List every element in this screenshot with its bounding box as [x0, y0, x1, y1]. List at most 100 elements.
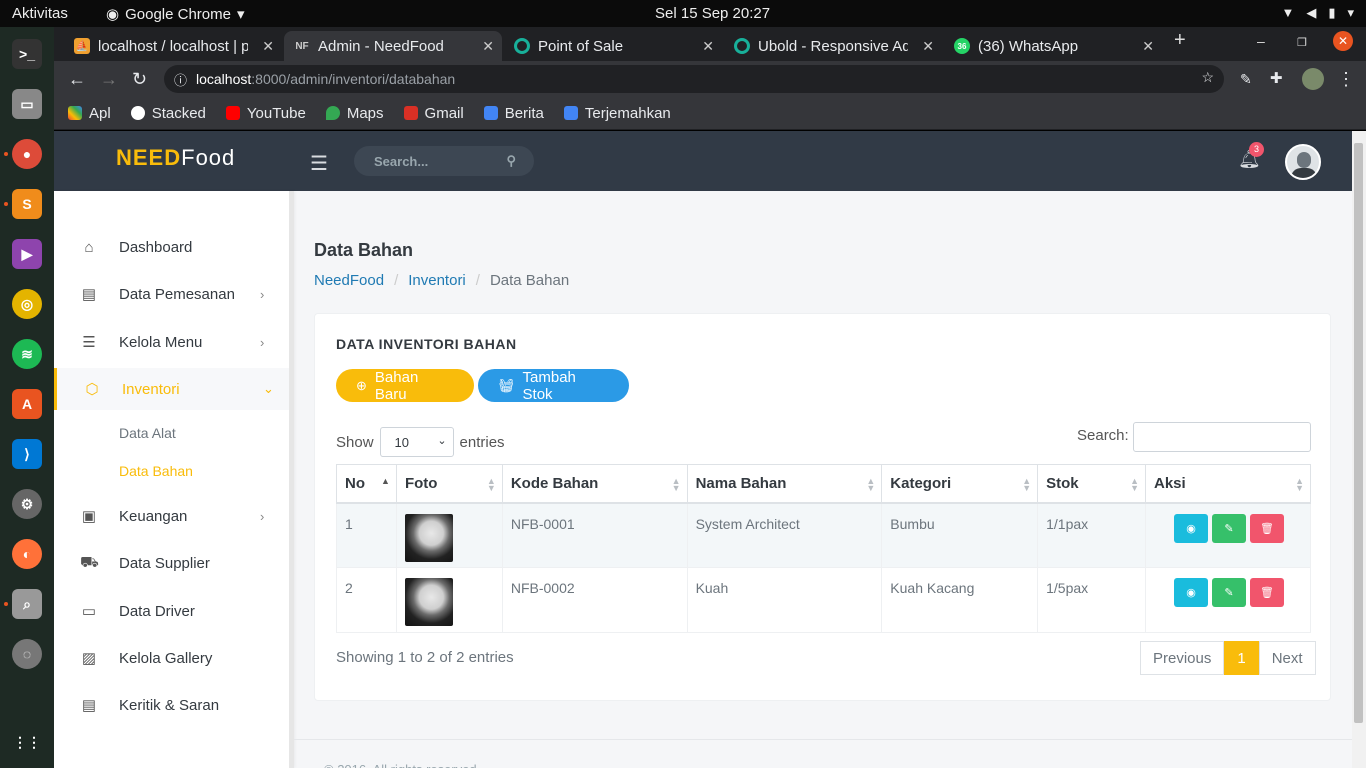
star-icon[interactable]: ☆: [1201, 69, 1214, 86]
extension-icon[interactable]: ✎: [1240, 71, 1252, 88]
avatar[interactable]: [1285, 144, 1321, 180]
phpmyadmin-icon: ⛵: [74, 38, 90, 54]
bookmark-berita[interactable]: Berita: [483, 105, 544, 122]
spotify-icon[interactable]: ≋: [12, 339, 42, 369]
app-grid-icon[interactable]: ⋮⋮: [12, 727, 42, 757]
page-1-button[interactable]: 1: [1224, 641, 1259, 675]
maximize-button[interactable]: ❐: [1297, 36, 1307, 49]
video-icon[interactable]: ▶: [12, 239, 42, 269]
sidebar-item-keuangan[interactable]: ▣ Keuangan ›: [54, 495, 289, 537]
close-icon[interactable]: ✕: [702, 38, 714, 55]
bookmark-apl[interactable]: Apl: [68, 105, 111, 122]
column-header-nama[interactable]: Nama Bahan ▲ ▼: [686, 464, 883, 504]
dock: >_ ▭ ● S ▶ ◎ ≋ A ⟩ ⚙ ◐ ⌕ ◌ ⋮⋮: [0, 27, 54, 768]
previous-button[interactable]: Previous: [1140, 641, 1225, 675]
menu-icon[interactable]: ⋮: [1337, 69, 1355, 90]
bahan-baru-button[interactable]: ⊕ Bahan Baru: [336, 369, 474, 403]
column-header-kode[interactable]: Kode Bahan ▲ ▼: [501, 464, 688, 504]
activities-button[interactable]: Aktivitas: [12, 5, 68, 22]
app-menu[interactable]: ◉ Google Chrome ▾: [106, 5, 245, 24]
rhythmbox-icon[interactable]: ◎: [12, 289, 42, 319]
sidebar-item-dashboard[interactable]: ⌂ Dashboard: [54, 226, 289, 268]
tab-needfood[interactable]: NF Admin - NeedFood ✕: [284, 31, 502, 61]
column-header-no[interactable]: No ▲: [336, 464, 397, 504]
breadcrumb-inventori[interactable]: Inventori: [408, 272, 466, 289]
close-icon[interactable]: ✕: [922, 38, 934, 55]
new-tab-button[interactable]: +: [1174, 29, 1186, 52]
breadcrumb-needfood[interactable]: NeedFood: [314, 272, 384, 289]
os-top-bar: Aktivitas ◉ Google Chrome ▾ Sel 15 Sep 20:…: [0, 0, 1366, 27]
bookmark-gmail[interactable]: Gmail: [403, 105, 464, 122]
chrome-dock-icon[interactable]: ●: [12, 139, 42, 169]
edit-icon: ✎: [1224, 587, 1234, 599]
reload-icon[interactable]: ↻: [132, 69, 147, 90]
table-search-input[interactable]: [1133, 422, 1311, 452]
forward-icon[interactable]: →: [100, 69, 118, 90]
software-icon[interactable]: A: [12, 389, 42, 419]
back-icon[interactable]: ←: [68, 69, 86, 90]
delete-button[interactable]: 🗑︎: [1250, 578, 1284, 607]
chevron-down-icon: ⌄: [437, 435, 447, 447]
clock[interactable]: Sel 15 Sep 20:27: [655, 5, 770, 22]
topbar: NEEDFood ☰ Search... ⚲ 🔔︎ 3: [54, 131, 1352, 191]
close-icon[interactable]: ✕: [482, 38, 494, 55]
sidebar-item-data-driver[interactable]: ▭ Data Driver: [54, 590, 289, 632]
disk-icon[interactable]: ◌: [12, 639, 42, 669]
search-input[interactable]: Search... ⚲: [354, 146, 534, 176]
sidebar-item-inventori[interactable]: ⬡ Inventori ⌄: [54, 368, 289, 410]
close-icon[interactable]: ✕: [262, 38, 274, 55]
hamburger-icon[interactable]: ☰: [310, 151, 328, 176]
puzzle-icon[interactable]: ✚: [1270, 69, 1283, 87]
card-title: DATA INVENTORI BAHAN: [336, 336, 517, 352]
next-button[interactable]: Next: [1258, 641, 1316, 675]
column-header-stok[interactable]: Stok ▲ ▼: [1037, 464, 1146, 504]
settings-icon[interactable]: ⚙: [12, 489, 42, 519]
close-window-button[interactable]: ✕: [1333, 31, 1353, 51]
bookmark-stacked[interactable]: Stacked: [130, 105, 206, 122]
view-button[interactable]: ◉: [1174, 513, 1208, 543]
sidebar-item-kelola-menu[interactable]: ☰ Kelola Menu ›: [54, 321, 289, 363]
close-icon[interactable]: ✕: [1142, 38, 1154, 55]
tab-point-of-sale[interactable]: Point of Sale ✕: [504, 31, 722, 61]
bookmarks-bar: Apl Stacked YouTube Maps Gmail Berita Te…: [54, 97, 1366, 130]
entries-select[interactable]: 10 ⌄: [379, 427, 454, 457]
column-header-kategori[interactable]: Kategori ▲ ▼: [881, 464, 1039, 504]
system-tray[interactable]: ▼ ◀ ▮ ▾: [1281, 5, 1354, 21]
search-icon[interactable]: ⚲: [506, 153, 516, 169]
column-header-foto[interactable]: Foto ▲ ▼: [395, 464, 503, 504]
terminal-icon[interactable]: >_: [12, 39, 42, 69]
sidebar-item-kelola-gallery[interactable]: ▨ Kelola Gallery: [54, 637, 289, 679]
tab-whatsapp[interactable]: 36 (36) WhatsApp ✕: [944, 31, 1162, 61]
vscode-icon[interactable]: ⟩: [12, 439, 42, 469]
sidebar-item-keritik-saran[interactable]: ▤ Keritik & Saran: [54, 684, 289, 726]
tab-phpmyadmin[interactable]: ⛵ localhost / localhost | p ✕: [64, 31, 282, 61]
sidebar-subitem-data-alat[interactable]: Data Alat: [119, 425, 176, 441]
files-icon[interactable]: ▭: [12, 89, 42, 119]
sidebar-subitem-data-bahan[interactable]: Data Bahan: [119, 463, 193, 479]
id-card-icon: ▭: [81, 603, 97, 620]
breadcrumb: NeedFood / Inventori / Data Bahan: [314, 272, 570, 289]
bookmark-youtube[interactable]: YouTube: [225, 105, 306, 122]
plus-circle-icon: ⊕: [356, 377, 367, 393]
chevron-down-icon: ▾: [236, 6, 245, 23]
logo[interactable]: NEEDFood: [116, 145, 235, 171]
tab-ubold[interactable]: Ubold - Responsive Adr ✕: [724, 31, 942, 61]
edit-button[interactable]: ✎: [1212, 578, 1246, 607]
edit-button[interactable]: ✎: [1212, 513, 1246, 543]
tambah-stok-button[interactable]: 🧺︎ Tambah Stok: [478, 369, 629, 403]
delete-button[interactable]: 🗑︎: [1250, 513, 1284, 543]
page-scrollbar[interactable]: [1352, 131, 1366, 768]
column-header-aksi[interactable]: Aksi ▲ ▼: [1145, 464, 1311, 504]
minimize-button[interactable]: –: [1257, 33, 1265, 49]
bookmark-terjemahkan[interactable]: Terjemahkan: [563, 105, 671, 122]
sidebar-item-data-supplier[interactable]: ⛟ Data Supplier: [54, 542, 289, 584]
bookmark-maps[interactable]: Maps: [325, 105, 384, 122]
firefox-icon[interactable]: ◐: [12, 539, 42, 569]
profile-avatar[interactable]: [1302, 68, 1324, 90]
chrome-icon: ◉: [106, 6, 120, 23]
screenshot-icon[interactable]: ⌕: [12, 589, 42, 619]
sidebar-item-data-pemesanan[interactable]: ▤ Data Pemesanan ›: [54, 273, 289, 315]
sublime-icon[interactable]: S: [12, 189, 42, 219]
url-field[interactable]: ⓘ localhost:8000/admin/inventori/databah…: [164, 65, 1224, 93]
view-button[interactable]: ◉: [1174, 578, 1208, 607]
